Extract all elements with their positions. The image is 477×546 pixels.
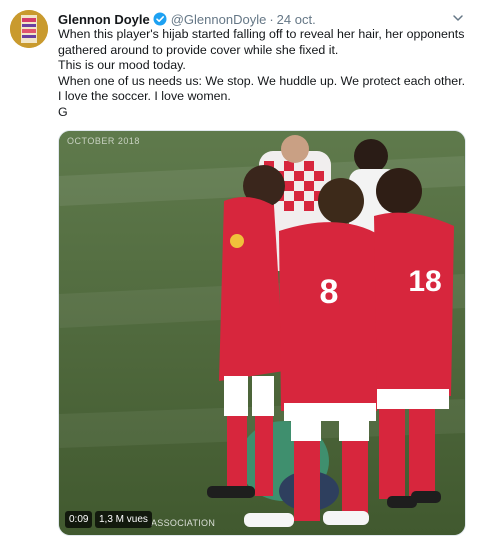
- author-name[interactable]: Glennon Doyle: [58, 12, 150, 27]
- view-count: 1,3 M vues: [95, 511, 152, 528]
- jersey-numbers: 8 18: [320, 265, 442, 311]
- video-overlay-date: OCTOBER 2018: [67, 136, 140, 146]
- tweet-text: When this player's hijab started falling…: [58, 27, 468, 121]
- tweet-line: This is our mood today.: [58, 58, 186, 73]
- jersey-number-18: 18: [408, 265, 441, 298]
- verified-badge-icon: [153, 12, 167, 26]
- avatar[interactable]: [10, 10, 48, 48]
- tweet[interactable]: Glennon Doyle @GlennonDoyle · 24 oct. Wh…: [0, 0, 477, 546]
- tweet-date[interactable]: 24 oct.: [277, 12, 316, 27]
- video-player[interactable]: 8 18 OCTOBER 2018 ASSOCIATION 0:09 1,3 M…: [58, 130, 466, 536]
- tweet-line: When this player's hijab started falling…: [58, 27, 465, 57]
- video-overlay-text: ASSOCIATION: [151, 518, 216, 528]
- chevron-down-icon[interactable]: [450, 10, 466, 26]
- video-timestamp: 0:09: [65, 511, 93, 528]
- tweet-header: Glennon Doyle @GlennonDoyle · 24 oct.: [58, 10, 316, 28]
- jersey-number-8: 8: [320, 273, 339, 311]
- tweet-line: G: [58, 104, 68, 119]
- author-handle[interactable]: @GlennonDoyle: [171, 12, 267, 27]
- tweet-line: I love the soccer. I love women.: [58, 89, 231, 104]
- separator-dot: ·: [269, 11, 274, 27]
- tweet-line: When one of us needs us: We stop. We hud…: [58, 73, 466, 88]
